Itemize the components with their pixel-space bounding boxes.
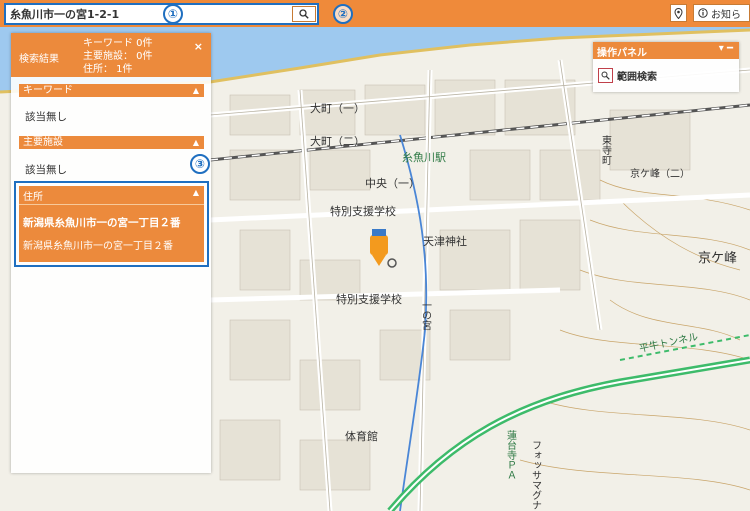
address-result-highlight: 住所 ▲ 新潟県糸魚川市一の宮一丁目２番 新潟県糸魚川市一の宮一丁目２番 xyxy=(14,181,209,267)
collapse-icon: ▲ xyxy=(192,138,199,147)
callout-1: ① xyxy=(163,4,183,24)
address-search-input[interactable] xyxy=(8,6,294,22)
map-label-kyogamine: 京ケ峰 xyxy=(698,251,737,266)
range-search-label: 範囲検索 xyxy=(617,72,657,83)
count-keyword: キーワード 0件 xyxy=(83,38,153,49)
map-label-rendaiji: 蓮台寺ＰＡ xyxy=(505,429,517,480)
panel-controls[interactable]: ▾ ━ xyxy=(719,43,733,54)
map-label-higashi: 東寺町 xyxy=(600,134,612,165)
notice-button[interactable]: お知ら xyxy=(693,4,750,22)
results-counts: キーワード 0件 主要施設： 0件 住所： 1件 xyxy=(83,37,153,76)
divider xyxy=(19,204,204,205)
callout-2: ② xyxy=(333,4,353,24)
operation-panel-title: 操作パネル xyxy=(597,48,647,59)
map-label-fossa: フォッサマグナ xyxy=(530,440,542,510)
operation-panel-header[interactable]: 操作パネル ▾ ━ xyxy=(593,42,739,59)
map-label-omachi2: 大町（二） xyxy=(310,134,365,148)
collapse-icon: ▲ xyxy=(192,86,199,95)
map-label-gymnasium: 体育館 xyxy=(345,429,378,443)
close-icon[interactable]: × xyxy=(194,40,203,53)
section-address-label[interactable]: 住所 xyxy=(23,188,43,203)
section-facility-label: 主要施設 xyxy=(23,137,63,148)
results-header: 検索結果 キーワード 0件 主要施設： 0件 住所： 1件 × xyxy=(11,33,211,77)
address-result-subitem[interactable]: 新潟県糸魚川市一の宮一丁目２番 xyxy=(23,237,173,252)
section-facility-header[interactable]: 主要施設 ▲ xyxy=(19,136,204,149)
location-button[interactable] xyxy=(670,4,687,22)
address-result-item[interactable]: 新潟県糸魚川市一の宮一丁目２番 xyxy=(23,215,181,230)
count-address: 住所： 1件 xyxy=(83,64,133,75)
callout-3: ③ xyxy=(190,154,210,174)
range-search-button[interactable]: 範囲検索 xyxy=(598,67,657,84)
section-address: 住所 ▲ 新潟県糸魚川市一の宮一丁目２番 新潟県糸魚川市一の宮一丁目２番 xyxy=(19,186,204,262)
map-label-school1: 特別支援学校 xyxy=(330,204,396,218)
range-search-icon xyxy=(598,68,613,83)
section-keyword-header[interactable]: キーワード ▲ xyxy=(19,84,204,97)
map-pin-icon xyxy=(674,7,683,19)
map-label-kyogamine2: 京ケ峰（二） xyxy=(630,167,690,180)
search-icon xyxy=(299,9,309,19)
keyword-result: 該当無し xyxy=(25,111,67,123)
facility-result: 該当無し xyxy=(25,164,67,176)
map-label-ichinomiya: 一の宮 xyxy=(420,300,432,331)
map-label-chuo: 中央（一） xyxy=(365,177,420,190)
notice-label: お知ら xyxy=(711,9,741,21)
map-label-station: 糸魚川駅 xyxy=(402,151,446,164)
operation-panel: 操作パネル ▾ ━ 範囲検索 xyxy=(593,42,739,92)
info-icon xyxy=(698,8,708,18)
map-label-tenzu: 天津神社 xyxy=(423,234,467,248)
search-box xyxy=(4,3,319,25)
map-label-school2: 特別支援学校 xyxy=(336,292,402,306)
section-keyword-label: キーワード xyxy=(23,85,73,96)
top-toolbar: ① ② お知ら xyxy=(0,0,750,27)
map-label-omachi: 大町（一） xyxy=(310,101,365,115)
results-title: 検索結果 xyxy=(19,54,59,65)
search-button[interactable] xyxy=(292,6,316,22)
count-facility: 主要施設： 0件 xyxy=(83,51,153,62)
collapse-icon[interactable]: ▲ xyxy=(193,188,199,197)
